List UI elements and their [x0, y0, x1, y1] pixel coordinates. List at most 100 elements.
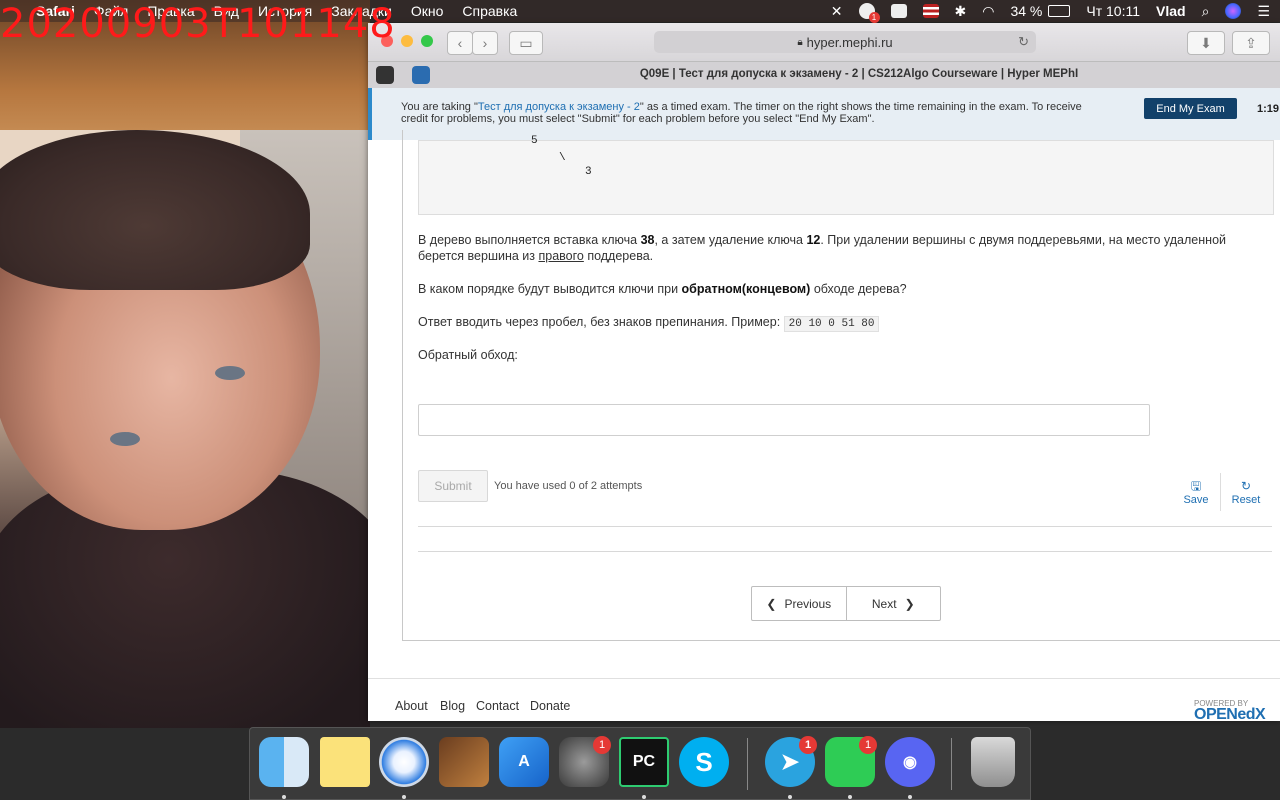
question-text: обходе дерева? [810, 282, 907, 296]
system-preferences-icon[interactable]: 1 [559, 736, 611, 787]
task-paragraph: В дерево выполняется вставка ключа 38, а… [418, 232, 1258, 264]
reload-icon[interactable]: ↻ [1018, 34, 1029, 50]
chevron-right-icon: ❯ [904, 596, 915, 611]
minimize-window-button[interactable] [401, 35, 413, 47]
xcode-icon[interactable]: A [499, 737, 549, 787]
reset-button[interactable]: ↻ Reset [1226, 480, 1266, 506]
divider [418, 526, 1272, 527]
sequence-pager: ❮ Previous Next ❯ [751, 586, 941, 621]
end-my-exam-button[interactable]: End My Exam [1144, 98, 1237, 119]
address-bar[interactable]: 🔒︎ hyper.mephi.ru ↻ [654, 31, 1036, 53]
reset-label: Reset [1231, 494, 1261, 506]
telegram-icon[interactable]: ➤ 1 [765, 736, 817, 787]
divider [418, 551, 1272, 552]
answer-input[interactable] [418, 404, 1150, 436]
exam-link[interactable]: Тест для допуска к экзамену - 2 [478, 101, 640, 113]
finder-icon[interactable] [259, 737, 309, 787]
trash-icon[interactable] [971, 737, 1015, 787]
sidebar-toggle-button[interactable]: ▭ [509, 31, 543, 55]
tree-diagram: 5 \ 3 [418, 135, 1274, 215]
safari-toolbar: ‹ › ▭ 🔒︎ hyper.mephi.ru ↻ ⬇ ⇪ [368, 23, 1280, 62]
safari-icon[interactable] [379, 737, 429, 787]
webcam-eye-left [110, 432, 140, 446]
battery-percent[interactable]: 34 % [1010, 3, 1042, 19]
traversal-type: обратном(концевом) [681, 282, 811, 296]
notes-icon[interactable] [320, 737, 370, 787]
us-flag-icon[interactable] [922, 4, 939, 18]
task-text: берется вершина из [418, 249, 539, 263]
menubar-clock[interactable]: Чт 10:11 [1086, 3, 1140, 19]
example-code: 20 10 0 51 80 [783, 316, 880, 332]
task-text: В дерево выполняется вставка ключа [418, 233, 641, 247]
banner-text-pre: You are taking " [401, 101, 478, 113]
spotlight-search-icon[interactable]: ⌕ [1202, 3, 1210, 20]
tab-bar: Q09E | Тест для допуска к экзамену - 2 |… [368, 62, 1280, 89]
timestamp-watermark: 20200903T101148 [0, 1, 396, 47]
display-icon[interactable] [890, 4, 907, 18]
menu-item-help[interactable]: Справка [462, 3, 517, 19]
skype-icon[interactable]: S [679, 737, 729, 787]
footer-link-contact[interactable]: Contact [476, 699, 519, 713]
telegram-badge: 1 [799, 736, 817, 754]
refresh-icon: ↻ [1240, 479, 1252, 493]
wifi-icon[interactable]: ◠ [982, 3, 994, 20]
footer-link-about[interactable]: About [395, 699, 428, 713]
next-label: Next [871, 596, 897, 611]
facetime-icon[interactable]: 1 [825, 736, 877, 787]
answer-label: Обратный обход: [418, 348, 518, 362]
problem-content: 5 \ 3 В дерево выполняется вставка ключа… [368, 130, 1280, 721]
webcam-eye-right [215, 366, 245, 380]
pycharm-icon[interactable]: PC [619, 737, 669, 787]
exam-timer: 1:19: [1257, 103, 1280, 115]
garageband-icon[interactable] [439, 737, 489, 787]
back-button[interactable]: ‹ [447, 31, 473, 55]
zoom-window-button[interactable] [421, 35, 433, 47]
openedx-wordmark: OPENedX [1194, 706, 1266, 721]
banner-text: You are taking "Тест для допуска к экзам… [401, 101, 1101, 125]
running-indicator [642, 795, 646, 799]
site-footer: About Blog Contact Donate POWERED BY OPE… [368, 678, 1280, 721]
share-button[interactable]: ⇪ [1232, 31, 1270, 55]
chevron-left-icon: ‹ [457, 35, 463, 51]
notification-center-icon[interactable]: ☰ [1257, 3, 1270, 20]
question-text: В каком порядке будут выводится ключи пр… [418, 282, 682, 296]
save-button[interactable]: 🖫︎ Save [1176, 480, 1216, 506]
webcam-overlay [0, 0, 370, 728]
right-subtree-word: правого [538, 249, 584, 263]
question-paragraph: В каком порядке будут выводится ключи пр… [418, 281, 907, 297]
favorite-site-icon[interactable] [376, 66, 394, 84]
tab-title[interactable]: Q09E | Тест для допуска к экзамену - 2 |… [438, 68, 1280, 80]
task-text: , а затем удаление ключа [654, 233, 807, 247]
save-icon: 🖫︎ [1190, 479, 1202, 493]
download-icon: ⬇ [1200, 34, 1212, 51]
forward-button[interactable]: › [472, 31, 498, 55]
mute-icon[interactable]: ✕ [831, 3, 843, 20]
system-preferences-badge: 1 [593, 736, 611, 754]
previous-button[interactable]: ❮ Previous [752, 587, 846, 620]
downloads-button[interactable]: ⬇ [1187, 31, 1225, 55]
menubar-user[interactable]: Vlad [1156, 3, 1186, 19]
footer-link-blog[interactable]: Blog [440, 699, 465, 713]
favorite-chat-icon[interactable] [412, 66, 430, 84]
footer-link-donate[interactable]: Donate [530, 699, 570, 713]
running-indicator [282, 795, 286, 799]
next-button[interactable]: Next ❯ [845, 587, 941, 620]
safari-window: ‹ › ▭ 🔒︎ hyper.mephi.ru ↻ ⬇ ⇪ Q09E | Тес… [368, 23, 1280, 721]
chevron-right-icon: › [482, 35, 488, 51]
openedx-logo[interactable]: POWERED BY OPENedX [1194, 699, 1266, 721]
macos-dock: A 1 PC S ➤ 1 1 ◉ [249, 727, 1031, 800]
siri-icon[interactable] [1225, 3, 1242, 19]
lock-icon: 🔒︎ [797, 36, 803, 48]
address-text: hyper.mephi.ru [806, 34, 893, 50]
dock-separator [951, 738, 952, 790]
notification-app-icon[interactable]: 1 [858, 3, 880, 23]
previous-label: Previous [784, 596, 832, 611]
action-divider [1220, 473, 1221, 511]
bluetooth-icon[interactable]: ✱ [955, 3, 967, 20]
battery-icon[interactable] [1048, 5, 1071, 17]
submit-button[interactable]: Submit [418, 470, 488, 502]
key-delete: 12 [806, 233, 821, 247]
key-insert: 38 [640, 233, 655, 247]
menu-item-window[interactable]: Окно [411, 3, 444, 19]
discord-icon[interactable]: ◉ [885, 737, 935, 787]
